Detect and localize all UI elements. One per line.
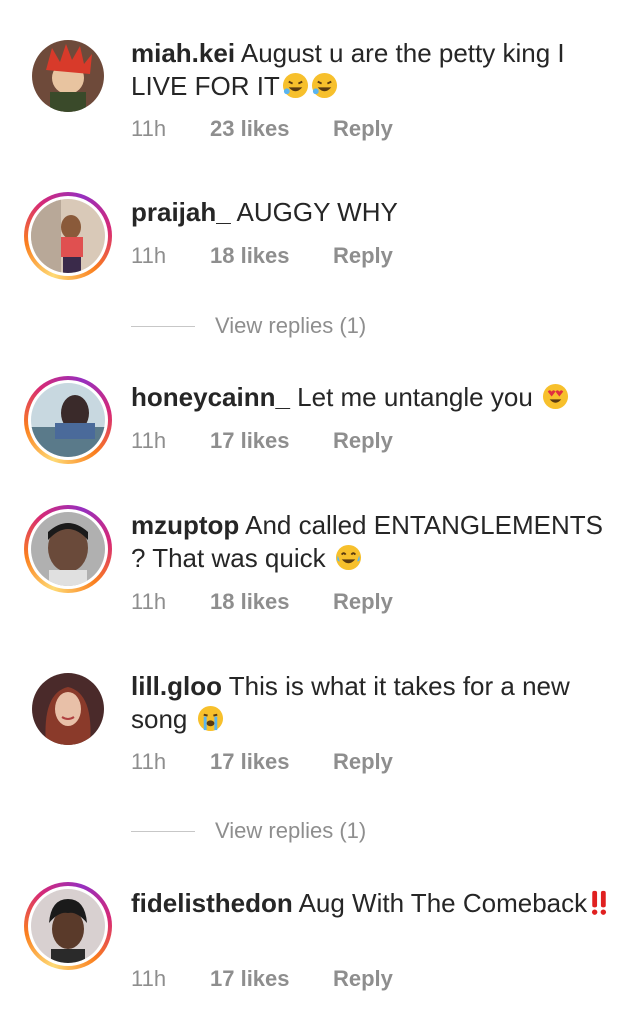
comment-username[interactable]: miah.kei: [131, 38, 235, 68]
avatar[interactable]: [24, 32, 112, 120]
view-replies-button[interactable]: View replies (1): [131, 311, 431, 341]
avatar-image: [32, 673, 104, 745]
avatar[interactable]: [24, 882, 112, 970]
likes-count[interactable]: 18 likes: [210, 587, 290, 617]
comment-body: Aug With The Comeback: [292, 888, 588, 918]
view-replies-label: View replies (1): [215, 818, 367, 843]
comment-time: 11h: [131, 749, 167, 774]
tears-of-joy-emoji: [335, 544, 362, 571]
avatar[interactable]: [24, 665, 112, 753]
reply-button[interactable]: Reply: [333, 747, 393, 777]
comment-time: 11h: [131, 966, 167, 991]
avatar[interactable]: [24, 505, 112, 593]
comment-text: miah.kei August u are the petty king I L…: [131, 37, 611, 103]
comment-text: mzuptop And called ENTANGLEMENTS ? That …: [131, 509, 611, 575]
reply-button[interactable]: Reply: [333, 426, 393, 456]
comment-time: 11h: [131, 589, 167, 614]
comment-username[interactable]: lill.gloo: [131, 671, 222, 701]
comment-username[interactable]: honeycainn_: [131, 382, 290, 412]
view-replies-label: View replies (1): [215, 313, 367, 338]
likes-count[interactable]: 17 likes: [210, 964, 290, 994]
avatar-image: [31, 383, 105, 457]
likes-count[interactable]: 17 likes: [210, 426, 290, 456]
double-exclamation-emoji: [589, 889, 609, 916]
comment-text: praijah_ AUGGY WHY: [131, 196, 611, 229]
reply-button[interactable]: Reply: [333, 587, 393, 617]
reply-button[interactable]: Reply: [333, 114, 393, 144]
avatar[interactable]: [24, 376, 112, 464]
comment-text: lill.gloo This is what it takes for a ne…: [131, 670, 611, 736]
rofl-emoji: [311, 72, 338, 99]
comment-time: 11h: [131, 243, 167, 268]
comment-body: Let me untangle you: [289, 382, 540, 412]
divider-line: [131, 326, 195, 327]
divider-line: [131, 831, 195, 832]
reply-button[interactable]: Reply: [333, 241, 393, 271]
avatar-image: [31, 889, 105, 963]
reply-button[interactable]: Reply: [333, 964, 393, 994]
likes-count[interactable]: 23 likes: [210, 114, 290, 144]
rofl-emoji: [282, 72, 309, 99]
heart-eyes-emoji: [542, 383, 569, 410]
comment-body: AUGGY WHY: [230, 197, 398, 227]
comment-username[interactable]: praijah_: [131, 197, 231, 227]
likes-count[interactable]: 17 likes: [210, 747, 290, 777]
comment-time: 11h: [131, 116, 167, 141]
comment-text: fidelisthedon Aug With The Comeback: [131, 887, 611, 920]
comment-username[interactable]: fidelisthedon: [131, 888, 293, 918]
likes-count[interactable]: 18 likes: [210, 241, 290, 271]
view-replies-button[interactable]: View replies (1): [131, 816, 431, 846]
comment-username[interactable]: mzuptop: [131, 510, 239, 540]
avatar-image: [31, 512, 105, 586]
avatar-image: [31, 199, 105, 273]
avatar-image: [32, 40, 104, 112]
comment-text: honeycainn_ Let me untangle you: [131, 381, 611, 414]
loudly-crying-emoji: [197, 705, 224, 732]
comment-time: 11h: [131, 428, 167, 453]
avatar[interactable]: [24, 192, 112, 280]
